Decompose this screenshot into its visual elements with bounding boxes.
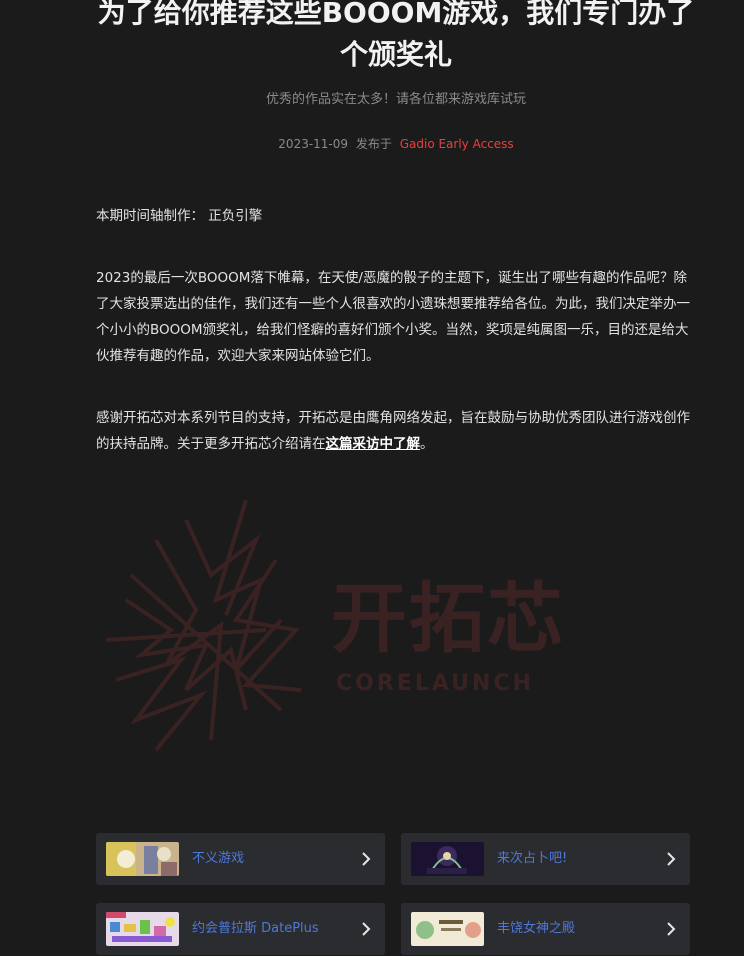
interview-link[interactable]: 这篇采访中了解 — [326, 436, 421, 452]
game-card[interactable]: 约会普拉斯 DatePlus — [96, 903, 385, 955]
chevron-right-icon — [667, 852, 676, 866]
chevron-right-icon — [362, 852, 371, 866]
game-card-title: 不义游戏 — [192, 851, 245, 866]
game-card[interactable]: 丰饶女神之殿 — [401, 903, 690, 955]
game-card-title: 约会普拉斯 DatePlus — [192, 921, 319, 936]
article-title: 为了给你推荐这些BOOOM游戏，我们专门办了个颁奖礼 — [97, 0, 695, 71]
game-thumbnail-icon — [106, 912, 179, 946]
article-page: 为了给你推荐这些BOOOM游戏，我们专门办了个颁奖礼 优秀的作品实在太多！请各位… — [0, 0, 744, 956]
game-card-title: 丰饶女神之殿 — [497, 921, 576, 936]
game-thumbnail-icon — [106, 842, 179, 876]
article-meta: 2023-11-09 发布于 Gadio Early Access — [96, 135, 696, 152]
game-thumbnail-icon — [411, 912, 484, 946]
game-card-title: 来次占卜吧! — [497, 851, 568, 866]
starburst-icon — [105, 499, 302, 752]
publisher-link[interactable]: Gadio Early Access — [400, 137, 514, 151]
logo-text: 开拓芯 — [331, 574, 565, 663]
corelaunch-logo: 开拓芯 CORELAUNCH — [96, 480, 690, 780]
intro-paragraph: 2023的最后一次BOOOM落下帷幕，在天使/恶魔的骰子的主题下，诞生出了哪些有… — [96, 270, 690, 364]
timeline-credit: 本期时间轴制作： 正负引擎 — [96, 208, 263, 224]
chevron-right-icon — [362, 922, 371, 936]
chevron-right-icon — [667, 922, 676, 936]
logo-sub-text: CORELAUNCH — [336, 671, 534, 696]
publish-date: 2023-11-09 — [278, 137, 349, 151]
game-card[interactable]: 来次占卜吧! — [401, 833, 690, 885]
game-thumbnail-icon — [411, 842, 484, 876]
game-card[interactable]: 不义游戏 — [96, 833, 385, 885]
sponsor-paragraph: 感谢开拓芯对本系列节目的支持，开拓芯是由鹰角网络发起，旨在鼓励与协助优秀团队进行… — [96, 405, 690, 457]
article-subtitle: 优秀的作品实在太多！请各位都来游戏库试玩 — [265, 92, 526, 107]
published-prefix: 发布于 — [355, 137, 392, 151]
sponsor-text-end: 。 — [420, 436, 434, 452]
